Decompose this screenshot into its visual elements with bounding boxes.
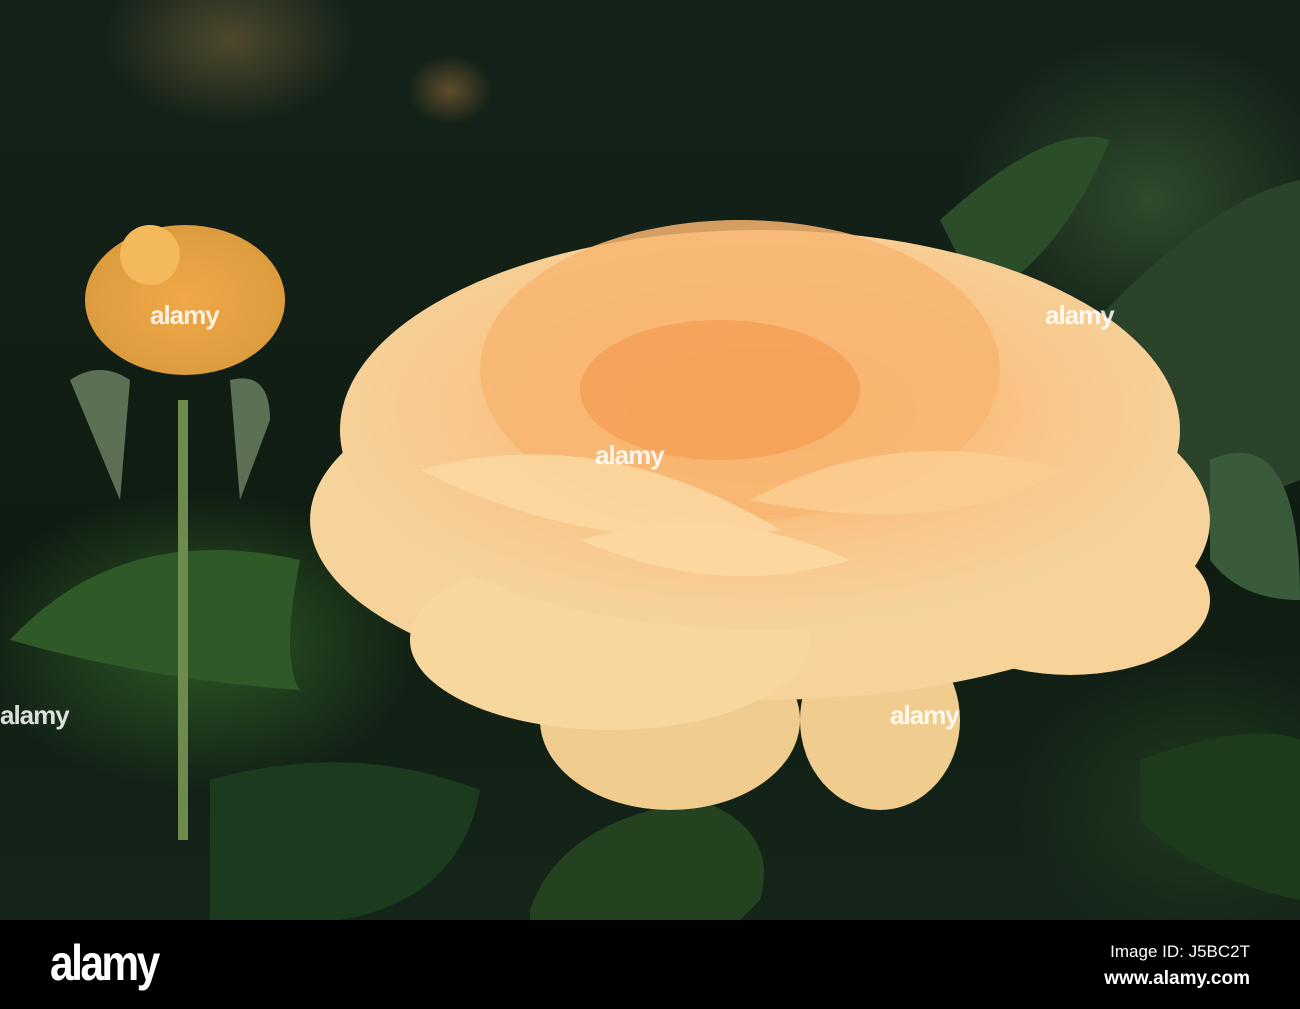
watermark: alamy bbox=[1045, 300, 1115, 330]
watermark: alamy bbox=[0, 700, 70, 730]
website-link: www.alamy.com bbox=[1104, 968, 1250, 989]
alamy-logo: alamy bbox=[50, 935, 160, 991]
footer-bar: alamy Image ID: J5BC2T www.alamy.com bbox=[0, 920, 1300, 1009]
image-id: Image ID: J5BC2T bbox=[1110, 942, 1250, 961]
watermark: alamy bbox=[595, 440, 665, 470]
watermark: alamy bbox=[150, 300, 220, 330]
watermark: alamy bbox=[890, 700, 960, 730]
rose-photo: alamy alamy alamy alamy alamy bbox=[0, 0, 1300, 920]
